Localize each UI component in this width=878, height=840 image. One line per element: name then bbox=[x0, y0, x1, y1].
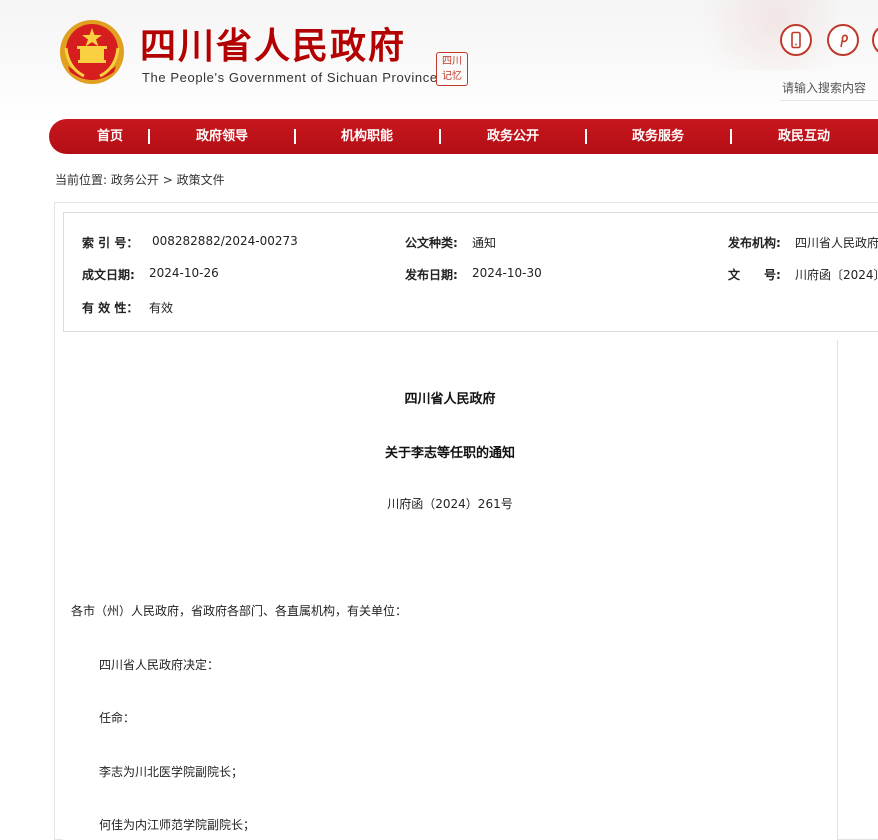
document-paragraph: 任命： bbox=[99, 711, 136, 725]
document-issuer: 四川省人民政府 bbox=[404, 392, 496, 407]
nav-item-interaction[interactable]: 政民互动 bbox=[769, 119, 839, 154]
share-button[interactable] bbox=[827, 24, 859, 56]
main-nav: 首页 政府领导 机构职能 政务公开 政务服务 政民互动 bbox=[49, 119, 878, 154]
meta-date-pub-value: 2024-10-30 bbox=[472, 266, 542, 280]
breadcrumb-separator: > bbox=[162, 173, 173, 187]
nav-separator bbox=[439, 129, 441, 144]
nav-separator bbox=[148, 129, 150, 144]
document-title: 关于李志等任职的通知 bbox=[384, 446, 515, 461]
nav-separator bbox=[730, 129, 732, 144]
mobile-icon bbox=[791, 31, 801, 49]
meta-docno-value: 川府函〔2024〕 bbox=[795, 268, 878, 282]
mobile-app-button[interactable] bbox=[780, 24, 812, 56]
breadcrumb-open-affairs[interactable]: 政务公开 bbox=[111, 173, 159, 187]
site-title[interactable]: 四川省人民政府 bbox=[140, 24, 406, 68]
nav-item-home[interactable]: 首页 bbox=[89, 119, 131, 154]
site-subtitle: The People's Government of Sichuan Provi… bbox=[142, 70, 438, 85]
meta-org-label: 发布机构: bbox=[728, 236, 781, 250]
document-body: 四川省人民政府 关于李志等任职的通知 川府函（2024）261号 各市（州）人民… bbox=[63, 340, 838, 840]
nav-item-leaders[interactable]: 政府领导 bbox=[187, 119, 257, 154]
header-decoration bbox=[678, 0, 838, 70]
meta-validity-value: 有效 bbox=[149, 301, 174, 315]
breadcrumb-prefix: 当前位置: bbox=[55, 173, 108, 187]
nav-item-services[interactable]: 政务服务 bbox=[623, 119, 693, 154]
meta-category-value: 通知 bbox=[472, 236, 497, 250]
meta-docno-label: 文 号: bbox=[728, 268, 781, 282]
meta-date-made-value: 2024-10-26 bbox=[149, 266, 219, 280]
meta-index-label: 索 引 号： bbox=[82, 236, 139, 250]
document-paragraph: 何佳为内江师范学院副院长； bbox=[99, 818, 256, 832]
sichuan-memory-seal[interactable]: 四川 记忆 bbox=[436, 52, 468, 86]
document-meta-box: 索 引 号： 008282882/2024-00273 公文种类: 通知 发布机… bbox=[63, 212, 878, 332]
nav-item-open-affairs[interactable]: 政务公开 bbox=[478, 119, 548, 154]
document-salutation: 各市（州）人民政府，省政府各部门、各直属机构，有关单位： bbox=[71, 604, 408, 618]
search-input[interactable] bbox=[780, 77, 878, 99]
meta-validity-label: 有 效 性： bbox=[82, 301, 139, 315]
breadcrumb-policy-docs[interactable]: 政策文件 bbox=[177, 173, 225, 187]
search-underline bbox=[780, 100, 878, 101]
meta-date-pub-label: 发布日期: bbox=[405, 268, 458, 282]
nav-item-functions[interactable]: 机构职能 bbox=[332, 119, 402, 154]
meta-org-value: 四川省人民政府 bbox=[795, 236, 878, 250]
document-paragraph: 李志为川北医学院副院长； bbox=[99, 765, 244, 779]
breadcrumb: 当前位置: 政务公开 > 政策文件 bbox=[55, 171, 225, 188]
meta-index-value: 008282882/2024-00273 bbox=[152, 234, 298, 248]
share-p-icon bbox=[840, 34, 848, 48]
meta-category-label: 公文种类: bbox=[405, 236, 458, 250]
document-number: 川府函（2024）261号 bbox=[387, 497, 513, 511]
national-emblem-icon bbox=[60, 20, 124, 84]
nav-separator bbox=[294, 129, 296, 144]
meta-date-made-label: 成文日期: bbox=[82, 268, 135, 282]
nav-separator bbox=[585, 129, 587, 144]
document-paragraph: 四川省人民政府决定： bbox=[99, 658, 220, 672]
